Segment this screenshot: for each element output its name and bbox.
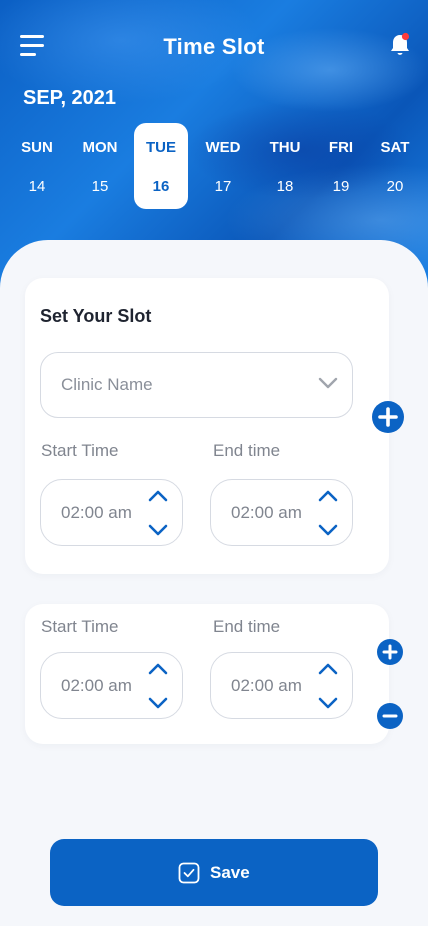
- checkbox-check-icon: [178, 862, 200, 884]
- end-time-label: End time: [213, 617, 281, 636]
- day-sun[interactable]: SUN 14: [10, 123, 64, 209]
- chevron-down-icon[interactable]: [147, 522, 169, 538]
- start-time-label: Start Time: [41, 617, 119, 636]
- day-name: THU: [269, 139, 301, 156]
- bell-icon[interactable]: [388, 32, 412, 58]
- day-fri[interactable]: FRI 19: [314, 123, 368, 209]
- add-slot-button[interactable]: [372, 401, 404, 433]
- end-time-value: 02:00 am: [231, 503, 302, 522]
- chevron-up-icon[interactable]: [317, 488, 339, 504]
- time-slot-card: Start Time End time 02:00 am 02:00 am: [25, 604, 389, 744]
- day-mon[interactable]: MON 15: [73, 123, 127, 209]
- day-name: SAT: [380, 139, 410, 156]
- day-name: MON: [82, 139, 118, 156]
- plus-icon: [382, 644, 398, 660]
- add-time-button[interactable]: [377, 639, 403, 665]
- remove-time-button[interactable]: [377, 703, 403, 729]
- start-time-label: Start Time: [41, 441, 119, 460]
- page-title: Time Slot: [163, 34, 265, 59]
- save-label: Save: [210, 863, 250, 882]
- chevron-up-icon[interactable]: [317, 661, 339, 677]
- slot-card: Set Your Slot Clinic Name Start Time End…: [25, 278, 389, 574]
- chevron-down-icon[interactable]: [317, 522, 339, 538]
- end-time-value: 02:00 am: [231, 676, 302, 695]
- day-name: TUE: [146, 139, 176, 156]
- clinic-name-placeholder: Clinic Name: [61, 375, 153, 394]
- chevron-down-icon: [318, 377, 338, 389]
- start-time-stepper[interactable]: 02:00 am: [40, 652, 183, 719]
- chevron-down-icon[interactable]: [147, 695, 169, 711]
- day-tue-selected[interactable]: TUE 16: [134, 123, 188, 209]
- day-wed[interactable]: WED 17: [196, 123, 250, 209]
- day-name: FRI: [328, 139, 354, 156]
- end-time-label: End time: [213, 441, 281, 460]
- day-number: 19: [332, 178, 350, 195]
- day-number: 14: [28, 178, 46, 195]
- end-time-stepper[interactable]: 02:00 am: [210, 479, 353, 546]
- minus-icon: [382, 714, 398, 718]
- start-time-value: 02:00 am: [61, 676, 132, 695]
- top-bar: Time Slot: [0, 30, 428, 66]
- plus-icon: [378, 407, 398, 427]
- day-name: WED: [205, 139, 241, 156]
- month-label: SEP, 2021: [23, 87, 117, 109]
- save-button[interactable]: Save: [50, 839, 378, 906]
- day-number: 20: [386, 178, 404, 195]
- day-number: 15: [91, 178, 109, 195]
- end-time-stepper[interactable]: 02:00 am: [210, 652, 353, 719]
- day-name: SUN: [21, 139, 53, 156]
- card-title: Set Your Slot: [40, 306, 152, 326]
- day-number: 18: [276, 178, 294, 195]
- chevron-up-icon[interactable]: [147, 488, 169, 504]
- day-number: 17: [214, 178, 232, 195]
- week-strip: SUN 14 MON 15 TUE 16 WED 17 THU 18 FRI 1…: [0, 123, 428, 209]
- start-time-stepper[interactable]: 02:00 am: [40, 479, 183, 546]
- chevron-up-icon[interactable]: [147, 661, 169, 677]
- chevron-down-icon[interactable]: [317, 695, 339, 711]
- start-time-value: 02:00 am: [61, 503, 132, 522]
- day-number: 16: [152, 178, 170, 195]
- clinic-name-select[interactable]: Clinic Name: [40, 352, 353, 418]
- day-sat[interactable]: SAT 20: [368, 123, 422, 209]
- day-thu[interactable]: THU 18: [258, 123, 312, 209]
